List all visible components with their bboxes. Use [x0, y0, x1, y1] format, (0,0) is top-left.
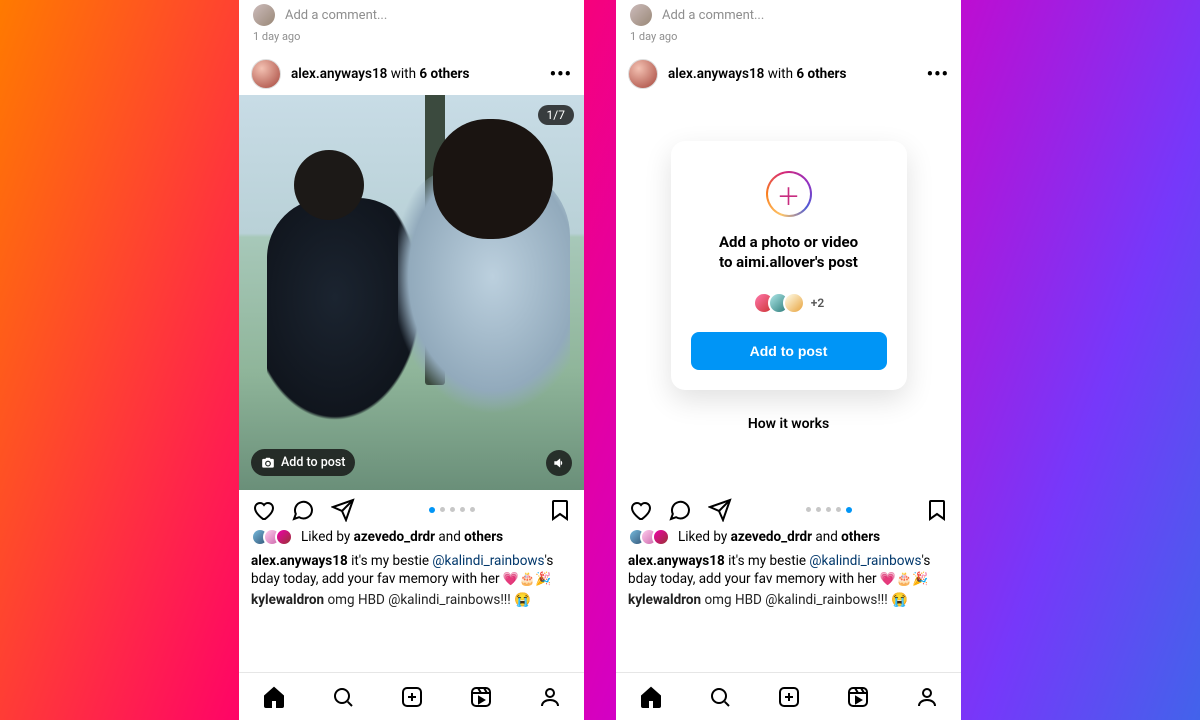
liker-avatars [251, 528, 293, 546]
add-to-post-button[interactable]: Add to post [691, 332, 887, 370]
sound-toggle[interactable] [546, 450, 572, 476]
comment-button[interactable] [291, 498, 315, 522]
prev-post-time: 1 day ago [616, 28, 961, 53]
nav-reels[interactable] [469, 685, 493, 709]
prev-post-time: 1 day ago [239, 28, 584, 53]
save-button[interactable] [925, 498, 949, 522]
share-icon [708, 498, 732, 522]
how-it-works-link[interactable]: How it works [748, 416, 829, 432]
avatar[interactable] [251, 59, 281, 89]
nav-reels[interactable] [846, 685, 870, 709]
liker-avatars [628, 528, 670, 546]
home-icon [262, 685, 286, 709]
nav-search[interactable] [708, 685, 732, 709]
bottom-nav [239, 672, 584, 720]
add-comment-placeholder[interactable]: Add a comment... [662, 8, 764, 23]
post-comment: kylewaldron omg HBD @kalindi_rainbows!!!… [616, 591, 961, 609]
comment-icon [668, 498, 692, 522]
post-actions [239, 490, 584, 524]
profile-icon [915, 685, 939, 709]
phone-right: Add a comment... 1 day ago alex.anyways1… [616, 0, 961, 720]
dot-active [429, 507, 435, 513]
post-username: alex.anyways18 [291, 66, 387, 82]
prev-post-comment: Add a comment... [239, 0, 584, 28]
more-icon[interactable]: ••• [927, 64, 949, 85]
collab-card: ＋ Add a photo or video to aimi.allover's… [671, 141, 907, 390]
post-author-line[interactable]: alex.anyways18 with 6 others [668, 66, 846, 82]
more-icon[interactable]: ••• [550, 64, 572, 85]
profile-icon [538, 685, 562, 709]
avatar[interactable] [628, 59, 658, 89]
collab-card-area[interactable]: ＋ Add a photo or video to aimi.allover's… [616, 95, 961, 490]
share-button[interactable] [331, 498, 355, 522]
nav-create[interactable] [400, 685, 424, 709]
search-icon [708, 685, 732, 709]
reels-icon [469, 685, 493, 709]
nav-profile[interactable] [915, 685, 939, 709]
post-caption: alex.anyways18 it's my bestie @kalindi_r… [239, 550, 584, 591]
dot-active [846, 507, 852, 513]
heart-icon [628, 498, 652, 522]
likes-row[interactable]: Liked by azevedo_drdr and others [239, 524, 584, 550]
add-to-post-chip-label: Add to post [281, 455, 345, 470]
home-icon [639, 685, 663, 709]
contributors-more: +2 [811, 296, 824, 310]
speaker-icon [552, 456, 566, 470]
add-media-circle[interactable]: ＋ [766, 171, 812, 217]
post-author-line[interactable]: alex.anyways18 with 6 others [291, 66, 469, 82]
likes-row[interactable]: Liked by azevedo_drdr and others [616, 524, 961, 550]
bottom-nav [616, 672, 961, 720]
add-comment-placeholder[interactable]: Add a comment... [285, 8, 387, 23]
carousel-dots [806, 507, 852, 513]
heart-icon [251, 498, 275, 522]
nav-profile[interactable] [538, 685, 562, 709]
like-button[interactable] [628, 498, 652, 522]
carousel-dots [429, 507, 475, 513]
prev-post-comment: Add a comment... [616, 0, 961, 28]
post-header: alex.anyways18 with 6 others ••• [239, 53, 584, 95]
reels-icon [846, 685, 870, 709]
post-comment: kylewaldron omg HBD @kalindi_rainbows!!!… [239, 591, 584, 609]
bookmark-icon [548, 498, 572, 522]
post-actions [616, 490, 961, 524]
camera-icon [261, 456, 275, 470]
search-icon [331, 685, 355, 709]
like-button[interactable] [251, 498, 275, 522]
plus-square-icon [400, 685, 424, 709]
avatar-mini [630, 4, 652, 26]
nav-create[interactable] [777, 685, 801, 709]
save-button[interactable] [548, 498, 572, 522]
plus-icon: ＋ [768, 173, 810, 215]
add-to-post-chip[interactable]: Add to post [251, 449, 355, 476]
nav-home[interactable] [639, 685, 663, 709]
comment-icon [291, 498, 315, 522]
phone-left: Add a comment... 1 day ago alex.anyways1… [239, 0, 584, 720]
nav-home[interactable] [262, 685, 286, 709]
contributor-avatar [783, 292, 805, 314]
post-header: alex.anyways18 with 6 others ••• [616, 53, 961, 95]
carousel-counter: 1/7 [538, 105, 574, 125]
collab-card-title: Add a photo or video to aimi.allover's p… [719, 233, 858, 272]
share-button[interactable] [708, 498, 732, 522]
nav-search[interactable] [331, 685, 355, 709]
share-icon [331, 498, 355, 522]
bookmark-icon [925, 498, 949, 522]
contributors-row: +2 [753, 292, 824, 314]
plus-square-icon [777, 685, 801, 709]
post-media[interactable]: 1/7 Add to post [239, 95, 584, 490]
avatar-mini [253, 4, 275, 26]
post-caption: alex.anyways18 it's my bestie @kalindi_r… [616, 550, 961, 591]
comment-button[interactable] [668, 498, 692, 522]
